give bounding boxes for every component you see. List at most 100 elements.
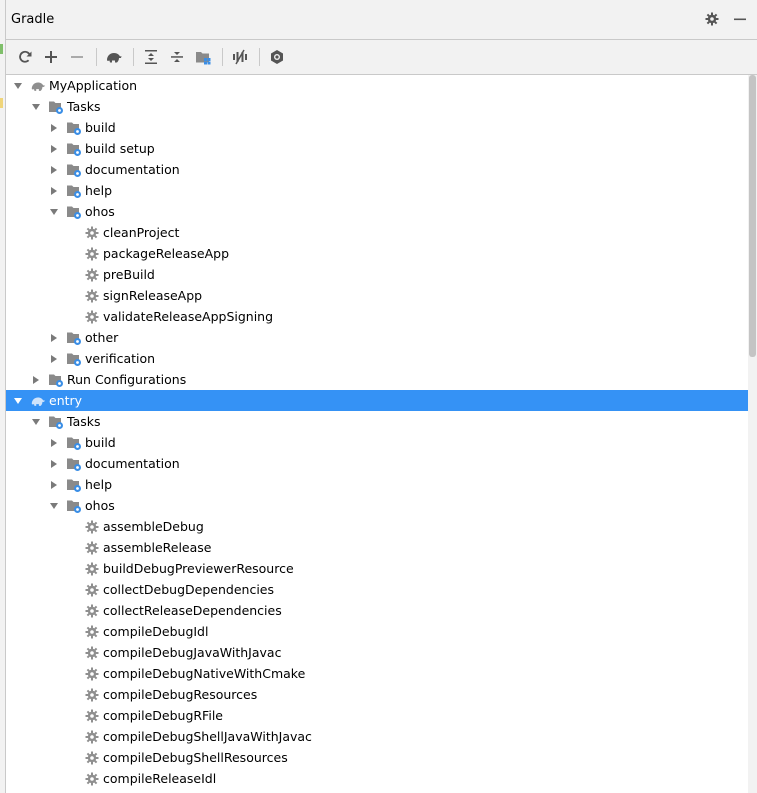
tree-row[interactable]: build	[6, 117, 748, 138]
tree-row[interactable]: compileDebugNativeWithCmake	[6, 663, 748, 684]
task-folder-icon	[66, 162, 82, 178]
task-gear-icon	[84, 729, 100, 745]
tree-row-label: build	[85, 435, 116, 450]
expand-all-icon[interactable]	[140, 46, 162, 68]
tree-row[interactable]: ohos	[6, 495, 748, 516]
tree-row[interactable]: compileDebugRFile	[6, 705, 748, 726]
tree-row[interactable]: Run Configurations	[6, 369, 748, 390]
gutter-marker	[0, 98, 3, 108]
tree-row[interactable]: documentation	[6, 159, 748, 180]
expand-arrow-right-icon[interactable]	[48, 479, 60, 491]
tree-row-label: assembleRelease	[103, 540, 212, 555]
collapse-all-icon[interactable]	[166, 46, 188, 68]
task-gear-icon	[84, 540, 100, 556]
task-gear-icon	[84, 603, 100, 619]
tree-row[interactable]: validateReleaseAppSigning	[6, 306, 748, 327]
toolbar-separator	[259, 48, 260, 66]
gradle-task-tree[interactable]: MyApplication Tasks build build setup docume…	[6, 75, 748, 793]
tree-row[interactable]: compileDebugResources	[6, 684, 748, 705]
task-gear-icon	[84, 666, 100, 682]
expand-arrow-down-icon[interactable]	[12, 80, 24, 92]
tree-row[interactable]: assembleDebug	[6, 516, 748, 537]
expand-arrow-right-icon[interactable]	[48, 332, 60, 344]
tree-row-label: compileDebugShellResources	[103, 750, 288, 765]
tree-row-label: build	[85, 120, 116, 135]
tree-row[interactable]: signReleaseApp	[6, 285, 748, 306]
tree-row[interactable]: build setup	[6, 138, 748, 159]
tree-row[interactable]: compileDebugShellResources	[6, 747, 748, 768]
task-gear-icon	[84, 309, 100, 325]
add-icon[interactable]	[40, 46, 62, 68]
gear-icon[interactable]	[703, 10, 721, 28]
tree-row[interactable]: other	[6, 327, 748, 348]
tree-row[interactable]: assembleRelease	[6, 537, 748, 558]
tree-row-label: other	[85, 330, 119, 345]
tree-row[interactable]: verification	[6, 348, 748, 369]
tree-row[interactable]: help	[6, 474, 748, 495]
expand-arrow-right-icon[interactable]	[48, 353, 60, 365]
tree-row[interactable]: compileDebugShellJavaWithJavac	[6, 726, 748, 747]
tree-row[interactable]: preBuild	[6, 264, 748, 285]
remove-icon[interactable]	[66, 46, 88, 68]
settings-icon[interactable]	[266, 46, 288, 68]
expand-arrow-right-icon[interactable]	[30, 374, 42, 386]
tree-row-label: documentation	[85, 162, 180, 177]
tree-row-label: collectReleaseDependencies	[103, 603, 282, 618]
expand-arrow-down-icon[interactable]	[12, 395, 24, 407]
tree-row-label: preBuild	[103, 267, 155, 282]
expand-arrow-down-icon[interactable]	[30, 101, 42, 113]
expand-arrow-right-icon[interactable]	[48, 437, 60, 449]
tree-row[interactable]: buildDebugPreviewerResource	[6, 558, 748, 579]
tree-row[interactable]: cleanProject	[6, 222, 748, 243]
tree-row[interactable]: compileReleaseIdl	[6, 768, 748, 789]
tree-row[interactable]: packageReleaseApp	[6, 243, 748, 264]
tree-row[interactable]: documentation	[6, 453, 748, 474]
tree-row[interactable]: help	[6, 180, 748, 201]
expand-arrow-right-icon[interactable]	[48, 458, 60, 470]
tree-row-label: Tasks	[67, 99, 101, 114]
toggle-offline-icon[interactable]	[229, 46, 251, 68]
expand-arrow-right-icon[interactable]	[48, 164, 60, 176]
task-folder-icon	[66, 498, 82, 514]
tree-row-label: collectDebugDependencies	[103, 582, 274, 597]
expand-arrow-right-icon[interactable]	[48, 185, 60, 197]
expand-arrow-right-icon[interactable]	[48, 143, 60, 155]
tree-row-label: compileDebugRFile	[103, 708, 223, 723]
tree-row[interactable]: MyApplication	[6, 75, 748, 96]
expand-arrow-down-icon[interactable]	[48, 500, 60, 512]
tree-row[interactable]: ohos	[6, 201, 748, 222]
tree-row-label: cleanProject	[103, 225, 180, 240]
group-modules-icon[interactable]	[192, 46, 214, 68]
tree-row[interactable]: compileDebugIdl	[6, 621, 748, 642]
tree-row[interactable]: Tasks	[6, 96, 748, 117]
expand-arrow-right-icon[interactable]	[48, 122, 60, 134]
tree-row-label: help	[85, 183, 113, 198]
task-gear-icon	[84, 750, 100, 766]
tree-row-label: compileDebugNativeWithCmake	[103, 666, 306, 681]
tree-row[interactable]: collectDebugDependencies	[6, 579, 748, 600]
minimize-icon[interactable]	[731, 10, 749, 28]
expand-arrow-down-icon[interactable]	[48, 206, 60, 218]
tree-row-label: compileReleaseIdl	[103, 771, 217, 786]
scrollbar-thumb[interactable]	[749, 75, 756, 357]
tree-row-label: ohos	[85, 498, 115, 513]
tree-row[interactable]: entry	[6, 390, 748, 411]
tree-row-label: documentation	[85, 456, 180, 471]
tree-row[interactable]: compileDebugJavaWithJavac	[6, 642, 748, 663]
task-gear-icon	[84, 624, 100, 640]
tree-row-label: compileDebugJavaWithJavac	[103, 645, 282, 660]
expand-arrow-down-icon[interactable]	[30, 416, 42, 428]
tree-row[interactable]: collectReleaseDependencies	[6, 600, 748, 621]
refresh-icon[interactable]	[14, 46, 36, 68]
elephant-icon[interactable]	[103, 46, 125, 68]
tree-row[interactable]: Tasks	[6, 411, 748, 432]
tree-row[interactable]: build	[6, 432, 748, 453]
tree-row-label: MyApplication	[49, 78, 138, 93]
